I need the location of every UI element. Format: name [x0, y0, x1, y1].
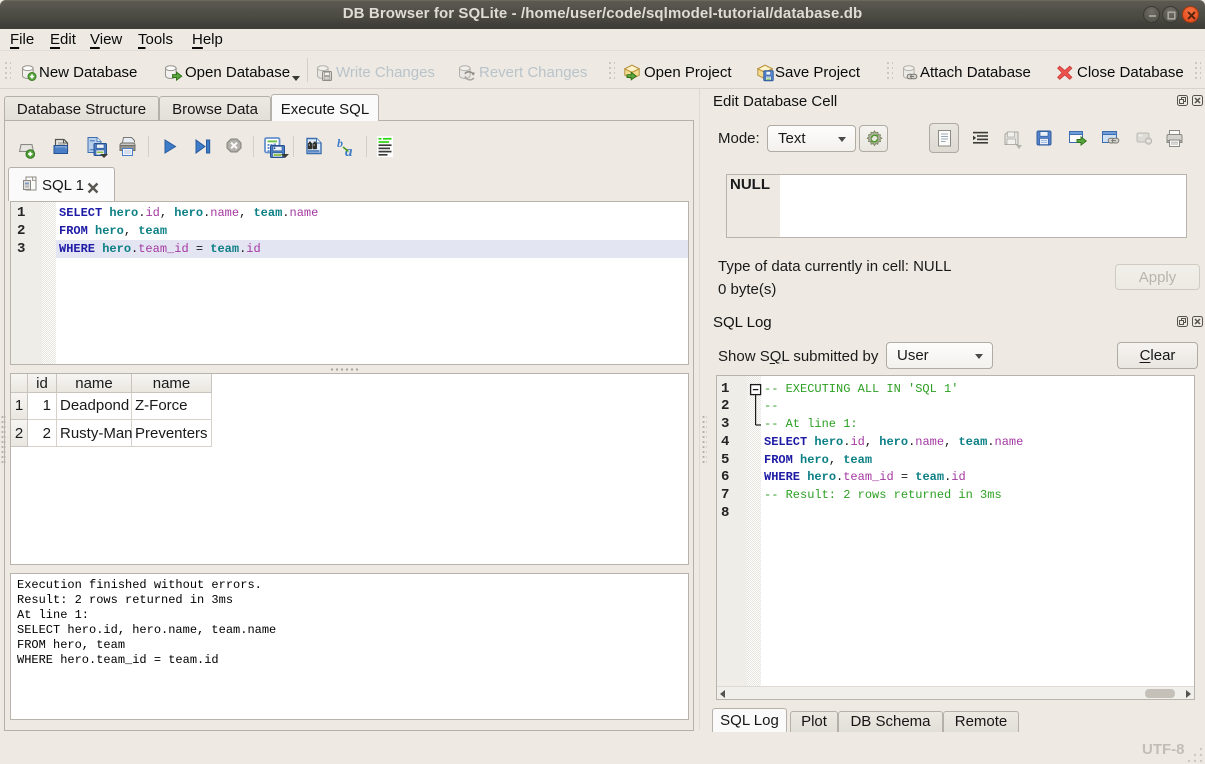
svg-text:b: b — [337, 137, 343, 150]
